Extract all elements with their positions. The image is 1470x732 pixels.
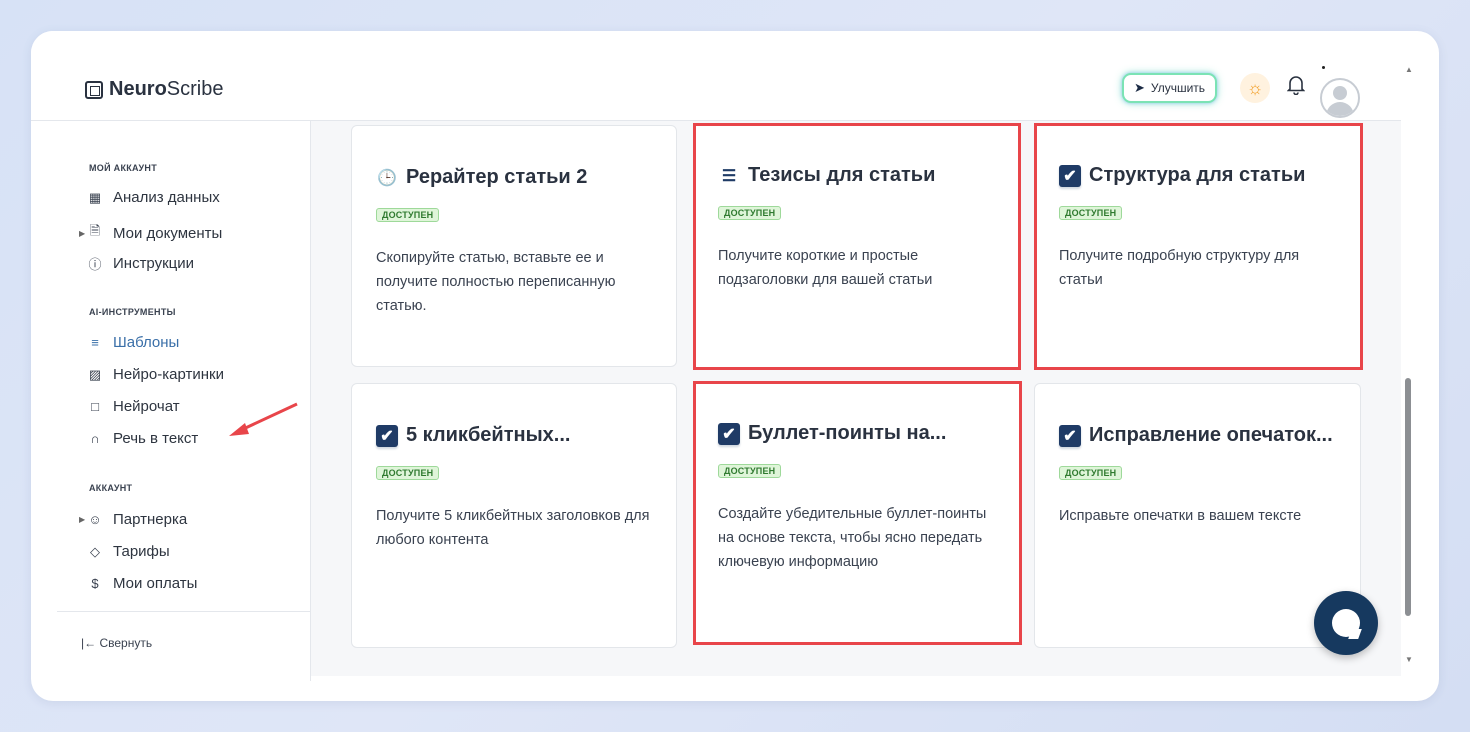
status-badge: ДОСТУПЕН — [1059, 206, 1123, 220]
card-description: Получите 5 кликбейтных заголовков для лю… — [376, 508, 650, 548]
collapse-icon: |← — [81, 636, 97, 650]
clock-icon: 🕒 — [377, 169, 397, 187]
image-icon: ▨ — [88, 366, 102, 382]
card-description: Создайте убедительные буллет-поинты на о… — [718, 506, 987, 570]
template-card-highlighted[interactable]: ✔ Буллет-поинты на... ДОСТУПЕН Создайте … — [693, 381, 1022, 645]
sun-icon[interactable]: ☼ — [1240, 73, 1270, 103]
card-title: Буллет-поинты на... — [748, 422, 947, 444]
card-description: Скопируйте статью, вставьте ее и получит… — [376, 250, 616, 314]
tag-icon: ◇ — [90, 543, 100, 559]
grid-icon: ▦ — [88, 189, 102, 205]
sidebar-item-label: Нейрочат — [113, 398, 180, 415]
headphones-icon: ∩ — [90, 431, 100, 446]
sidebar: МОЙ АККАУНТ ▦ Анализ данных ▶ 🗎 Мои доку… — [57, 121, 311, 681]
scroll-down-arrow[interactable]: ▼ — [1405, 655, 1413, 664]
sidebar-item-label: Тарифы — [113, 543, 170, 560]
card-title: Тезисы для статьи — [748, 164, 936, 186]
status-badge: ДОСТУПЕН — [1059, 466, 1123, 480]
sidebar-divider — [57, 611, 310, 612]
collapse-button[interactable]: |← Свернуть — [81, 636, 152, 650]
rocket-icon: ➤ — [1134, 80, 1145, 95]
checkbox-icon: ✔ — [376, 424, 398, 447]
status-badge: ДОСТУПЕН — [718, 206, 782, 220]
status-badge: ДОСТУПЕН — [718, 464, 782, 478]
card-description: Исправьте опечатки в вашем тексте — [1059, 508, 1302, 524]
status-badge: ДОСТУПЕН — [376, 466, 440, 480]
sidebar-item-label: Мои документы — [113, 224, 223, 242]
scroll-up-arrow[interactable]: ▲ — [1405, 65, 1413, 74]
sidebar-item-payments[interactable]: $ Мои оплаты — [87, 575, 197, 592]
top-header: NeuroScribe ➤ Улучшить ☼ — [31, 31, 1401, 121]
sidebar-item-analytics[interactable]: ▦ Анализ данных — [87, 189, 220, 206]
notification-dot — [1322, 66, 1325, 69]
upgrade-label: Улучшить — [1150, 81, 1206, 95]
bell-icon[interactable] — [1286, 75, 1306, 101]
templates-grid: 🕒 Рерайтер статьи 2 ДОСТУПЕН Скопируйте … — [311, 121, 1401, 676]
chat-widget-button[interactable] — [1314, 591, 1378, 655]
template-card[interactable]: ✔ Исправление опечаток... ДОСТУПЕН Испра… — [1034, 383, 1361, 648]
document-icon: 🗎 — [89, 223, 101, 238]
sidebar-item-templates[interactable]: ≡ Шаблоны — [87, 334, 179, 351]
chat-bubble-icon — [1332, 609, 1360, 637]
template-card[interactable]: ✔ 5 кликбейтных... ДОСТУПЕН Получите 5 к… — [351, 383, 677, 648]
status-badge: ДОСТУПЕН — [376, 208, 440, 222]
checkbox-icon: ✔ — [718, 422, 740, 445]
sidebar-item-label: Мои оплаты — [113, 575, 198, 592]
users-icon: ☺ — [88, 512, 102, 527]
sidebar-item-label: Речь в текст — [113, 430, 199, 447]
layers-icon: ≡ — [91, 335, 99, 350]
logo-icon — [85, 80, 103, 99]
upgrade-button[interactable]: ➤ Улучшить — [1122, 73, 1218, 103]
collapse-label: Свернуть — [99, 636, 153, 650]
chevron-right-icon[interactable]: ▶ — [79, 515, 85, 524]
sidebar-item-label: Шаблоны — [113, 334, 180, 351]
annotation-arrow-icon — [229, 402, 298, 436]
sidebar-item-instructions[interactable]: ⓘ Инструкции — [87, 254, 194, 273]
chat-icon: □ — [91, 399, 99, 414]
app-window: NeuroScribe ➤ Улучшить ☼ МОЙ АККАУНТ ▦ А… — [31, 31, 1439, 701]
sidebar-item-label: Нейро-картинки — [113, 366, 224, 383]
sidebar-item-label: Инструкции — [113, 255, 195, 272]
checkbox-icon: ✔ — [1059, 164, 1081, 187]
numbered-list-icon: ☰ — [721, 167, 737, 185]
sidebar-item-label: Анализ данных — [113, 189, 220, 206]
sidebar-item-tariffs[interactable]: ◇ Тарифы — [87, 543, 170, 560]
logo-rest: Scribe — [166, 78, 224, 100]
sidebar-item-partners[interactable]: ▶ ☺ Партнерка — [79, 511, 188, 528]
sidebar-item-neuro-images[interactable]: ▨ Нейро-картинки — [87, 366, 224, 383]
card-title: Исправление опечаток... — [1089, 424, 1333, 446]
sidebar-item-label: Партнерка — [113, 511, 188, 528]
sidebar-item-neurochat[interactable]: □ Нейрочат — [87, 398, 180, 415]
dollar-icon: $ — [91, 576, 99, 591]
template-card-highlighted[interactable]: ✔ Структура для статьи ДОСТУПЕН Получите… — [1034, 123, 1363, 370]
checkbox-icon: ✔ — [1059, 424, 1081, 447]
section-title-account: АККАУНТ — [89, 483, 133, 493]
card-title: Структура для статьи — [1089, 164, 1306, 186]
card-description: Получите подробную структуру для статьи — [1059, 248, 1300, 288]
section-title-my-account: МОЙ АККАУНТ — [89, 163, 158, 173]
template-card[interactable]: 🕒 Рерайтер статьи 2 ДОСТУПЕН Скопируйте … — [351, 125, 677, 367]
scrollbar-thumb[interactable] — [1405, 378, 1411, 616]
avatar[interactable] — [1320, 78, 1360, 118]
card-title: 5 кликбейтных... — [406, 424, 571, 446]
logo-bold: Neuro — [109, 78, 167, 100]
template-card-highlighted[interactable]: ☰ Тезисы для статьи ДОСТУПЕН Получите ко… — [693, 123, 1021, 370]
card-title: Рерайтер статьи 2 — [406, 166, 588, 188]
chevron-right-icon[interactable]: ▶ — [79, 229, 85, 238]
logo[interactable]: NeuroScribe — [85, 78, 224, 101]
card-description: Получите короткие и простые подзаголовки… — [718, 248, 933, 288]
section-title-ai-tools: AI-ИНСТРУМЕНТЫ — [89, 307, 176, 317]
sidebar-item-speech-to-text[interactable]: ∩ Речь в текст — [87, 430, 198, 447]
sidebar-item-documents[interactable]: ▶ 🗎 Мои документы — [79, 222, 223, 244]
help-icon: ⓘ — [88, 257, 102, 272]
